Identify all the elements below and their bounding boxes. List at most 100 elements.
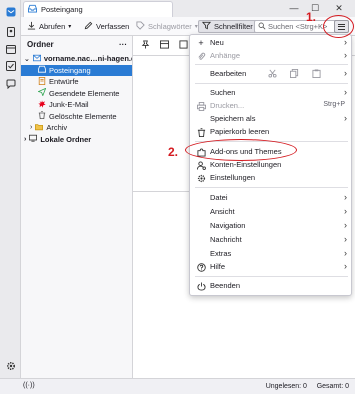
mail-space-icon[interactable]	[5, 6, 16, 17]
chevron-right-icon: ›	[344, 37, 347, 47]
folder-pane-header: Ordner ···	[21, 36, 132, 53]
menu-item-save-as[interactable]: Speichern als ›	[190, 113, 353, 125]
chevron-right-icon: ›	[344, 248, 347, 258]
close-window-button[interactable]: ✕	[334, 3, 344, 13]
menu-item-tools[interactable]: Extras ›	[190, 248, 353, 260]
get-mail-label: Abrufen	[39, 22, 66, 31]
trash-icon	[196, 127, 206, 137]
chat-icon[interactable]	[5, 78, 16, 89]
folder-row-junk[interactable]: Junk-E-Mail	[21, 99, 132, 111]
compose-button[interactable]: Verfassen	[84, 20, 129, 33]
title-bar: Posteingang — ☐ ✕	[21, 0, 355, 17]
chevron-right-icon: ›	[344, 50, 347, 60]
folder-label: Posteingang	[49, 65, 91, 75]
folder-label: Gelöschte Elemente	[49, 111, 117, 121]
calendar-icon[interactable]	[5, 43, 16, 54]
menu-separator	[195, 83, 348, 84]
inbox-icon	[38, 65, 46, 75]
menu-item-quit[interactable]: Beenden	[190, 280, 353, 292]
plus-icon: +	[198, 38, 204, 48]
chevron-down-icon: ⌄	[24, 55, 30, 63]
menu-item-view[interactable]: Ansicht ›	[190, 206, 353, 218]
account-settings-icon	[196, 160, 206, 170]
pane-divider	[133, 191, 191, 192]
menu-item-find[interactable]: Suchen ›	[190, 87, 353, 99]
menu-item-account-settings[interactable]: Konten-Einstellungen	[190, 159, 353, 171]
cut-icon[interactable]	[268, 69, 277, 78]
address-book-icon[interactable]	[5, 26, 16, 37]
menu-item-file[interactable]: Datei ›	[190, 192, 353, 204]
menu-separator	[195, 64, 348, 65]
total-count: Gesamt: 0	[316, 383, 349, 390]
search-placeholder: Suchen <Strg+K>	[268, 22, 328, 31]
chevron-right-icon: ›	[30, 124, 33, 132]
sent-icon	[37, 87, 47, 98]
help-icon	[196, 262, 206, 272]
app-menu-panel: + Neu › Anhänge › Bearbeiten › Suchen › …	[189, 34, 352, 296]
menu-item-attachments[interactable]: Anhänge ›	[190, 50, 353, 62]
folder-row-inbox[interactable]: Posteingang	[21, 64, 132, 76]
folder-row-archive[interactable]: › Archiv	[21, 122, 132, 134]
search-icon	[258, 22, 266, 32]
paste-icon[interactable]	[312, 69, 321, 78]
account-name: vorname.nac…ni-hagen.de	[43, 54, 132, 64]
filter-icon	[201, 21, 212, 32]
folder-pane: Ordner ··· ⌄ vorname.nac…ni-hagen.de Pos…	[21, 36, 133, 378]
get-mail-button[interactable]: Abrufen ▾	[27, 20, 71, 33]
account-row[interactable]: ⌄ vorname.nac…ni-hagen.de	[21, 53, 132, 65]
tab-title: Posteingang	[41, 5, 83, 14]
download-icon	[27, 21, 36, 32]
paperclip-icon	[196, 51, 206, 61]
power-icon	[196, 281, 206, 291]
chevron-right-icon: ›	[344, 87, 347, 97]
tags-button[interactable]: Schlagwörter ▾	[136, 20, 198, 33]
folder-row-sent[interactable]: Gesendete Elemente	[21, 87, 132, 100]
account-icon	[32, 54, 41, 64]
minimize-button[interactable]: —	[289, 3, 299, 13]
menu-item-message[interactable]: Nachricht ›	[190, 234, 353, 246]
quick-filter-label: Schnellfilter	[214, 22, 253, 31]
thread-display-icon[interactable]	[160, 40, 169, 51]
tab-inbox[interactable]: Posteingang	[23, 1, 173, 17]
unread-count: Ungelesen: 0	[265, 383, 307, 390]
menu-item-print[interactable]: Drucken... Strg+P	[190, 100, 353, 112]
computer-icon	[29, 134, 38, 144]
menu-item-help[interactable]: Hilfe ›	[190, 261, 353, 273]
copy-icon[interactable]	[290, 69, 299, 78]
chevron-right-icon: ›	[344, 220, 347, 230]
thread-pin-icon[interactable]	[141, 40, 150, 51]
print-shortcut: Strg+P	[323, 101, 345, 108]
compose-label: Verfassen	[96, 22, 130, 31]
folder-row-drafts[interactable]: Entwürfe	[21, 76, 132, 88]
select-column-icon[interactable]	[179, 40, 188, 51]
annotation-ring-addons	[185, 139, 297, 161]
more-options-icon[interactable]: ···	[119, 40, 127, 49]
archive-folder-icon	[35, 123, 44, 133]
menu-item-empty-trash[interactable]: Papierkorb leeren	[190, 126, 353, 138]
menu-item-settings[interactable]: Einstellungen	[190, 172, 353, 184]
annotation-ring-menu-button	[323, 15, 354, 38]
chevron-down-icon: ▾	[68, 24, 72, 30]
junk-icon	[38, 100, 46, 110]
inbox-tab-icon	[28, 4, 37, 15]
menu-item-new[interactable]: + Neu ›	[190, 37, 353, 49]
settings-gear-icon[interactable]	[5, 360, 16, 371]
menu-item-navigation[interactable]: Navigation ›	[190, 220, 353, 232]
local-folders-row[interactable]: › Lokale Ordner	[21, 134, 132, 146]
folder-row-trash[interactable]: Gelöschte Elemente	[21, 111, 132, 123]
status-counts: Ungelesen: 0 Gesamt: 0	[266, 383, 349, 390]
printer-icon	[196, 101, 206, 111]
trash-icon	[38, 111, 46, 121]
spaces-toolbar	[0, 0, 21, 394]
tasks-icon[interactable]	[5, 60, 16, 71]
online-status-icon[interactable]: ((·))	[23, 382, 35, 389]
chevron-right-icon[interactable]: ›	[344, 68, 347, 78]
chevron-right-icon: ›	[24, 135, 27, 143]
quick-filter-button[interactable]: Schnellfilter	[198, 20, 257, 33]
chevron-right-icon: ›	[344, 261, 347, 271]
chevron-right-icon: ›	[344, 113, 347, 123]
tag-icon	[136, 21, 145, 32]
annotation-step-2: 2.	[168, 145, 179, 159]
folder-label: Junk-E-Mail	[49, 100, 89, 110]
gear-icon	[196, 173, 206, 183]
